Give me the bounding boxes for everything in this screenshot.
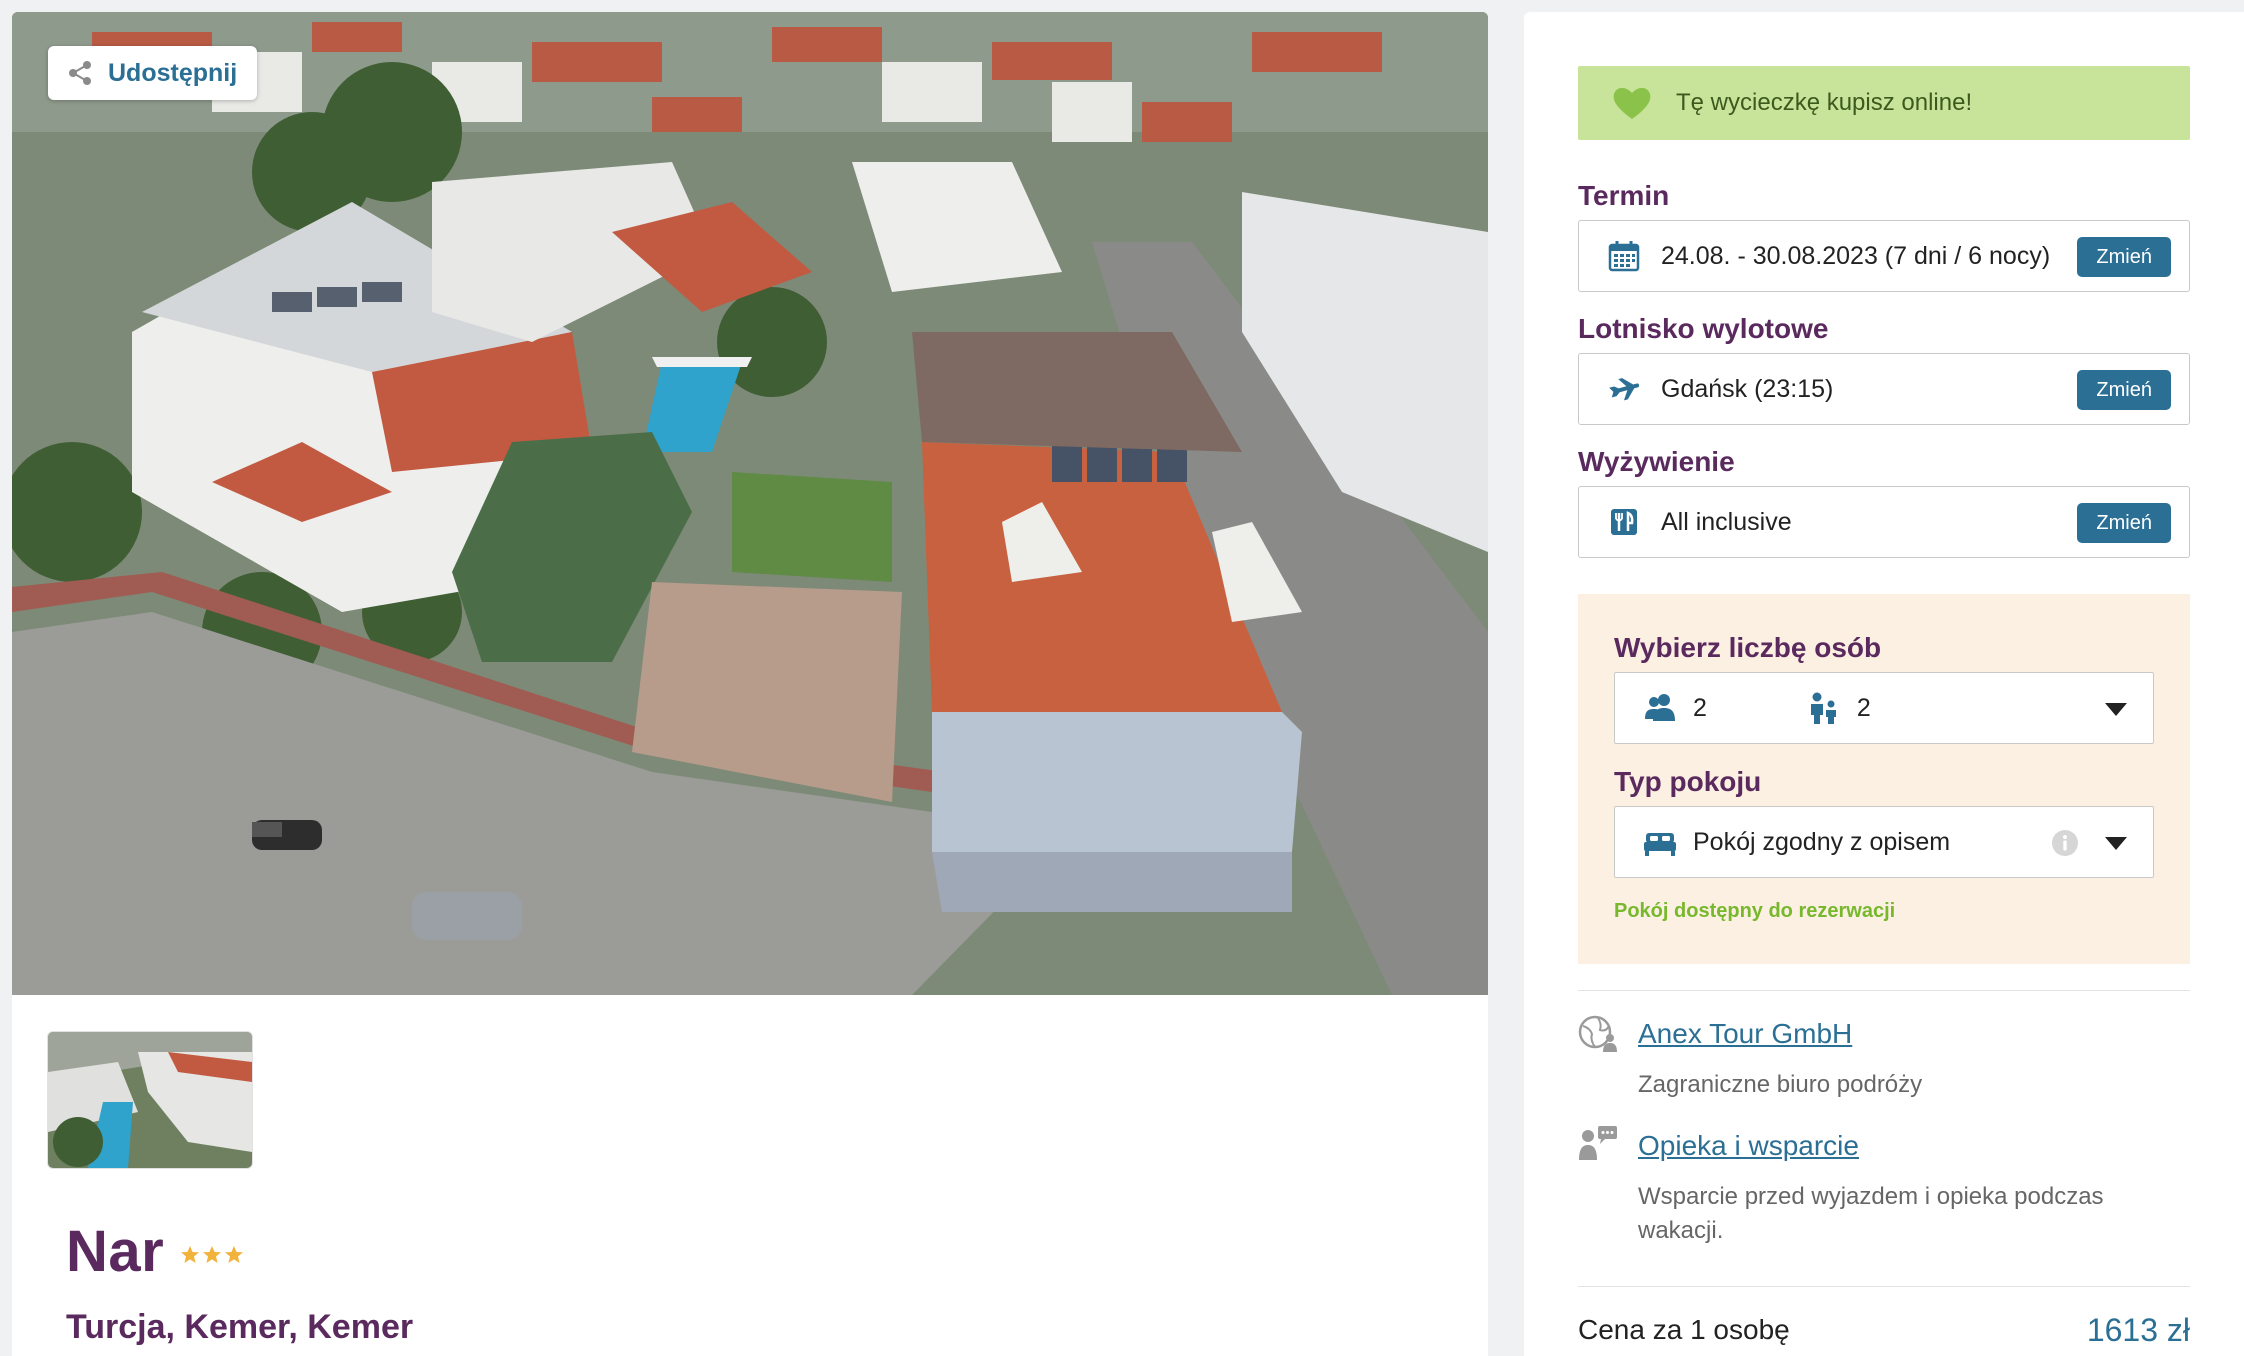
hotel-gallery-card: Udostępnij Nar Turcja, Kemer, Kemer	[12, 12, 1488, 1356]
hotel-stars	[180, 1245, 244, 1265]
airport-value: Gdańsk (23:15)	[1661, 374, 1834, 403]
share-icon	[69, 61, 91, 85]
price-value: 1613 zł	[2086, 1312, 2190, 1348]
change-airport-button[interactable]: Zmień	[2077, 370, 2171, 410]
hotel-title: Nar	[66, 1218, 244, 1285]
room-type-label: Typ pokoju	[1614, 766, 1762, 797]
adults-icon	[1645, 694, 1675, 721]
price-label: Cena za 1 osobę	[1578, 1314, 1790, 1345]
children-count: 2	[1856, 693, 1871, 722]
children-icon	[1810, 692, 1836, 724]
persons-select[interactable]: 2 2	[1614, 672, 2154, 744]
change-board-button[interactable]: Zmień	[2077, 503, 2171, 543]
online-banner-text: Tę wycieczkę kupisz online!	[1676, 89, 1973, 116]
share-button[interactable]: Udostępnij	[48, 46, 258, 100]
chevron-down-icon[interactable]	[2105, 703, 2127, 716]
heart-icon	[1613, 87, 1651, 119]
star-icon	[203, 1245, 222, 1263]
hotel-name: Nar	[66, 1219, 165, 1284]
support-link[interactable]: Opieka i wsparcie	[1638, 1130, 1859, 1162]
room-type-value: Pokój zgodny z opisem	[1693, 827, 1951, 856]
airport-label: Lotnisko wylotowe	[1578, 313, 1829, 344]
calendar-icon	[1608, 241, 1640, 272]
divider	[1578, 990, 2190, 991]
room-configuration-box: Wybierz liczbę osób 2 2 Typ pokoju Pokój…	[1578, 594, 2190, 964]
adults-count: 2	[1693, 693, 1707, 722]
room-availability: Pokój dostępny do rezerwacji	[1614, 900, 1896, 922]
gallery-thumbnail-illustration	[48, 1032, 252, 1168]
globe-person-icon	[1578, 1015, 1617, 1052]
bed-icon	[1644, 833, 1676, 856]
support-description: Wsparcie przed wyjazdem i opieka podczas…	[1638, 1183, 2104, 1244]
board-field[interactable]: All inclusive Zmień	[1578, 486, 2190, 558]
plane-icon	[1609, 378, 1640, 401]
organizer-description: Zagraniczne biuro podróży	[1638, 1071, 1923, 1098]
booking-panel: Tę wycieczkę kupisz online! Termin 24.08…	[1524, 12, 2244, 1356]
support-chat-icon	[1579, 1126, 1617, 1160]
hotel-location: Turcja, Kemer, Kemer	[66, 1308, 414, 1346]
gallery-thumbnail[interactable]	[48, 1032, 252, 1168]
chevron-down-icon[interactable]	[2105, 837, 2127, 850]
term-value: 24.08. - 30.08.2023 (7 dni / 6 nocy)	[1661, 241, 2051, 270]
term-label: Termin	[1578, 180, 1670, 211]
hero-photo[interactable]: Udostępnij	[12, 12, 1488, 995]
divider	[1578, 1286, 2190, 1287]
share-button-label: Udostępnij	[108, 58, 238, 87]
hero-photo-illustration	[12, 12, 1488, 995]
change-term-button[interactable]: Zmień	[2077, 237, 2171, 277]
room-type-select[interactable]: Pokój zgodny z opisem	[1614, 806, 2154, 878]
term-field[interactable]: 24.08. - 30.08.2023 (7 dni / 6 nocy) Zmi…	[1578, 220, 2190, 292]
info-icon[interactable]	[2051, 829, 2079, 857]
airport-field[interactable]: Gdańsk (23:15) Zmień	[1578, 353, 2190, 425]
board-label: Wyżywienie	[1578, 446, 1735, 477]
star-icon	[225, 1245, 244, 1263]
star-icon	[181, 1245, 200, 1263]
persons-label: Wybierz liczbę osób	[1614, 632, 1882, 663]
cutlery-icon	[1611, 509, 1637, 535]
board-value: All inclusive	[1661, 507, 1792, 536]
online-purchase-banner: Tę wycieczkę kupisz online!	[1578, 66, 2190, 140]
organizer-link[interactable]: Anex Tour GmbH	[1638, 1018, 1852, 1050]
